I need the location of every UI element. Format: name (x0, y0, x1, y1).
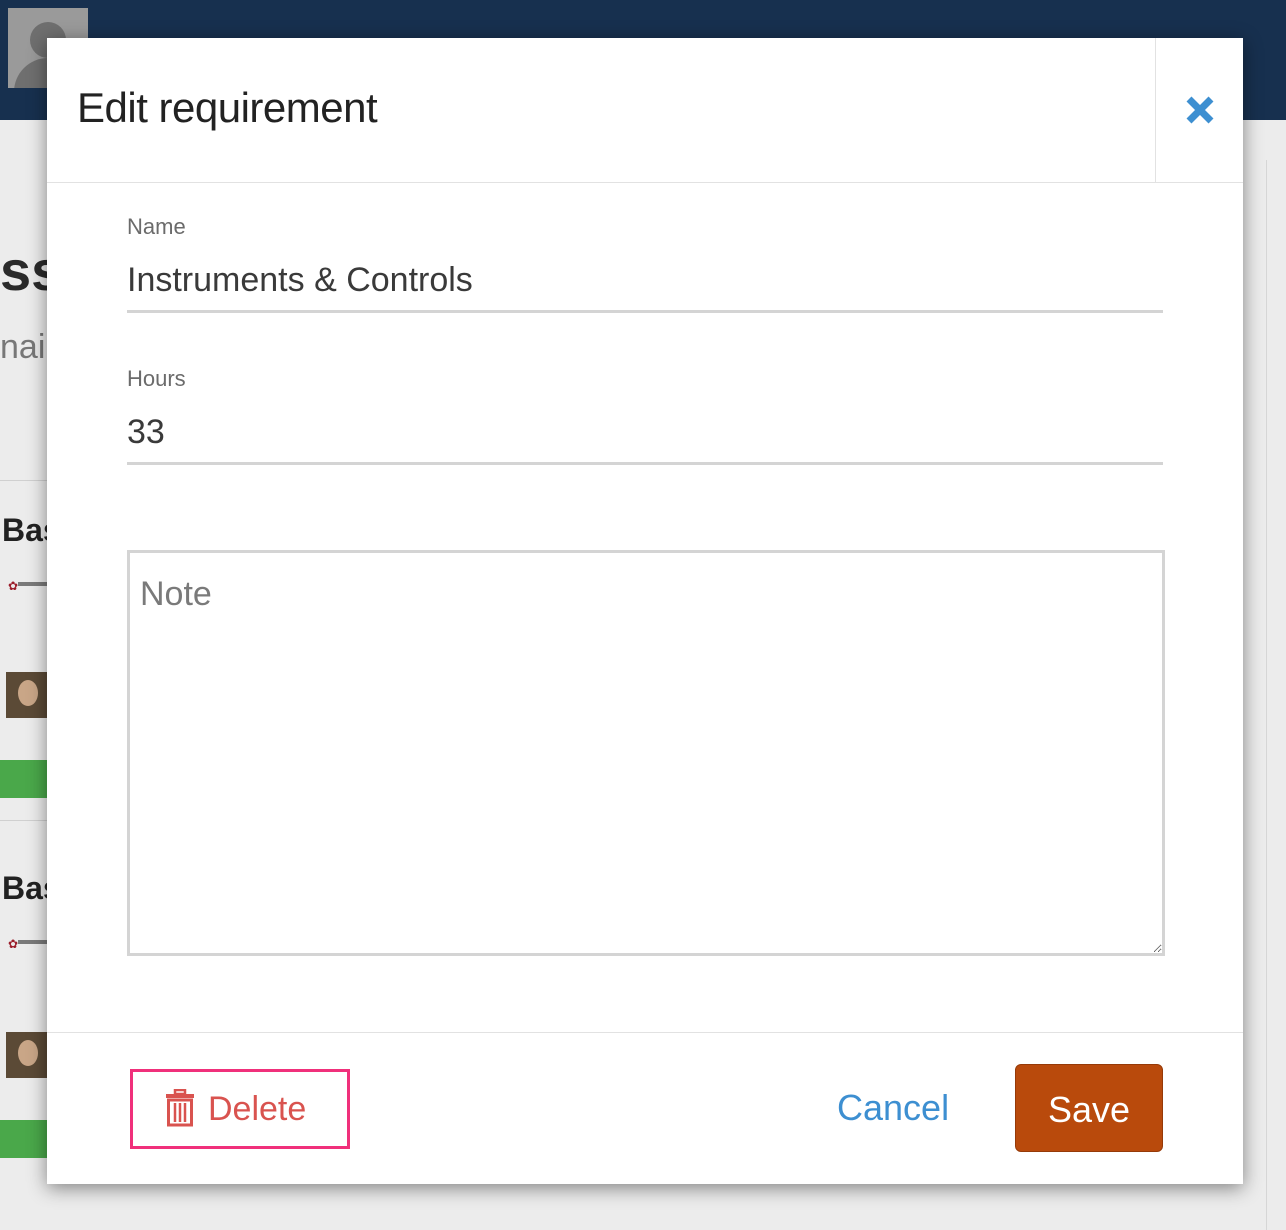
background-divider (0, 480, 50, 481)
instructor-avatar (6, 1032, 48, 1078)
save-button[interactable]: Save (1015, 1064, 1163, 1152)
close-button[interactable] (1155, 38, 1244, 182)
delete-button[interactable]: Delete (130, 1069, 350, 1149)
delete-button-label: Delete (208, 1090, 307, 1128)
note-textarea[interactable] (127, 550, 1165, 956)
close-icon (1186, 96, 1214, 124)
background-progress-bar (0, 760, 50, 798)
modal-title: Edit requirement (77, 84, 378, 131)
name-input[interactable] (127, 250, 1163, 313)
background-divider (0, 820, 50, 821)
background-side-panel (1266, 160, 1286, 1230)
college-logo: ✿ (8, 938, 48, 950)
hours-input[interactable] (127, 402, 1163, 465)
college-logo: ✿ (8, 580, 48, 592)
name-label: Name (127, 214, 186, 239)
instructor-avatar (6, 672, 48, 718)
hours-label: Hours (127, 366, 186, 391)
background-progress-bar (0, 1120, 50, 1158)
trash-icon (166, 1089, 194, 1127)
cancel-button[interactable]: Cancel (837, 1087, 949, 1129)
modal-header: Edit requirement (47, 38, 1243, 183)
save-button-label: Save (1047, 1089, 1131, 1130)
edit-requirement-modal: Edit requirement Name Hours Delete Cance… (47, 38, 1243, 1184)
modal-footer: Delete Cancel Save (47, 1032, 1243, 1185)
